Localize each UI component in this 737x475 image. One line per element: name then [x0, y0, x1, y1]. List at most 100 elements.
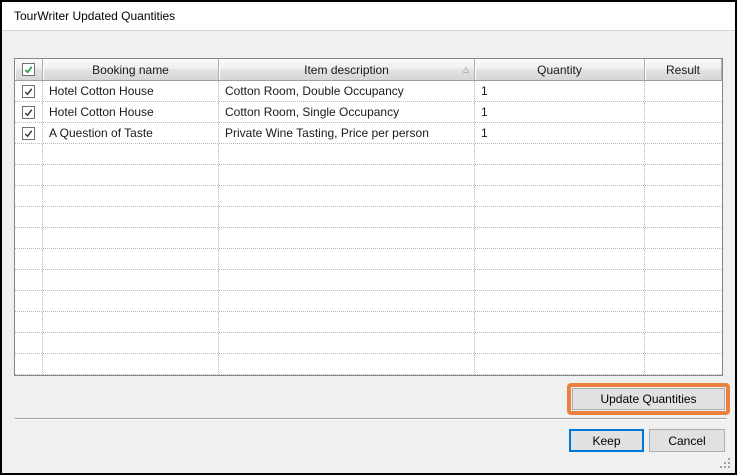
cell-result — [645, 354, 722, 374]
empty-table-row — [15, 165, 722, 186]
select-all-header-cell[interactable] — [15, 59, 43, 81]
cell-result — [645, 333, 722, 353]
cell-quantity — [475, 207, 645, 227]
empty-table-row — [15, 333, 722, 354]
update-quantities-button[interactable]: Update Quantities — [572, 388, 725, 410]
keep-button[interactable]: Keep — [569, 429, 644, 452]
cancel-button[interactable]: Cancel — [649, 429, 725, 452]
column-header-result[interactable]: Result — [645, 59, 722, 81]
cell-quantity — [475, 165, 645, 185]
dialog-window: TourWriter Updated Quantities Booking na… — [0, 0, 737, 475]
row-select-cell — [15, 249, 43, 269]
column-header-quantity[interactable]: Quantity — [475, 59, 645, 81]
cell-quantity — [475, 312, 645, 332]
cell-item-description — [219, 144, 475, 164]
cell-booking-name: Hotel Cotton House — [43, 102, 219, 122]
cell-booking-name — [43, 165, 219, 185]
row-select-cell — [15, 228, 43, 248]
check-icon — [23, 86, 34, 97]
select-all-checkbox[interactable] — [22, 63, 35, 76]
cell-result — [645, 207, 722, 227]
resize-grip-icon[interactable] — [718, 456, 730, 468]
table-row[interactable]: Hotel Cotton HouseCotton Room, Single Oc… — [15, 102, 722, 123]
cell-result — [645, 270, 722, 290]
cell-result — [645, 249, 722, 269]
cell-booking-name — [43, 333, 219, 353]
cell-quantity — [475, 186, 645, 206]
row-checkbox[interactable] — [22, 85, 35, 98]
cell-item-description — [219, 165, 475, 185]
cell-item-description: Private Wine Tasting, Price per person — [219, 123, 475, 143]
table-row[interactable]: A Question of TastePrivate Wine Tasting,… — [15, 123, 722, 144]
cell-result — [645, 144, 722, 164]
column-header-label: Result — [666, 63, 700, 77]
cell-result — [645, 102, 722, 122]
empty-table-row — [15, 249, 722, 270]
empty-table-row — [15, 354, 722, 375]
grid-body: Hotel Cotton HouseCotton Room, Double Oc… — [15, 81, 722, 375]
cell-booking-name — [43, 207, 219, 227]
cell-result — [645, 165, 722, 185]
cell-booking-name — [43, 186, 219, 206]
row-checkbox[interactable] — [22, 106, 35, 119]
footer-separator — [15, 418, 727, 420]
column-header-label: Quantity — [537, 63, 582, 77]
cell-booking-name — [43, 144, 219, 164]
cell-quantity — [475, 249, 645, 269]
cell-quantity: 1 — [475, 81, 645, 101]
check-icon — [23, 107, 34, 118]
column-header-item-description[interactable]: Item description △ — [219, 59, 475, 81]
dialog-titlebar[interactable]: TourWriter Updated Quantities — [2, 2, 735, 31]
cell-result — [645, 186, 722, 206]
cell-booking-name — [43, 312, 219, 332]
row-select-cell — [15, 312, 43, 332]
cell-item-description — [219, 228, 475, 248]
column-header-booking-name[interactable]: Booking name — [43, 59, 219, 81]
cell-item-description — [219, 249, 475, 269]
row-select-cell[interactable] — [15, 123, 43, 143]
row-select-cell — [15, 144, 43, 164]
table-row[interactable]: Hotel Cotton HouseCotton Room, Double Oc… — [15, 81, 722, 102]
cell-item-description — [219, 354, 475, 374]
column-header-label: Booking name — [92, 63, 169, 77]
cell-booking-name — [43, 354, 219, 374]
cell-booking-name — [43, 270, 219, 290]
empty-table-row — [15, 291, 722, 312]
cell-item-description — [219, 333, 475, 353]
dialog-title: TourWriter Updated Quantities — [14, 9, 175, 23]
cell-result — [645, 312, 722, 332]
row-select-cell — [15, 270, 43, 290]
empty-table-row — [15, 312, 722, 333]
cell-booking-name — [43, 291, 219, 311]
quantities-grid: Booking name Item description △ Quantity… — [14, 58, 723, 376]
row-select-cell — [15, 354, 43, 374]
cell-item-description: Cotton Room, Double Occupancy — [219, 81, 475, 101]
highlight-annotation: Update Quantities — [567, 383, 730, 415]
cell-item-description — [219, 312, 475, 332]
cell-item-description — [219, 207, 475, 227]
row-checkbox[interactable] — [22, 127, 35, 140]
cell-item-description — [219, 270, 475, 290]
cell-booking-name: Hotel Cotton House — [43, 81, 219, 101]
cell-quantity — [475, 333, 645, 353]
cell-item-description — [219, 186, 475, 206]
cell-quantity — [475, 291, 645, 311]
row-select-cell[interactable] — [15, 81, 43, 101]
cell-quantity — [475, 144, 645, 164]
cell-quantity — [475, 354, 645, 374]
cell-result — [645, 123, 722, 143]
grid-header-row: Booking name Item description △ Quantity… — [15, 59, 722, 81]
sort-ascending-icon: △ — [463, 65, 469, 73]
empty-table-row — [15, 228, 722, 249]
row-select-cell — [15, 165, 43, 185]
empty-table-row — [15, 144, 722, 165]
check-icon — [23, 128, 34, 139]
cell-result — [645, 228, 722, 248]
row-select-cell[interactable] — [15, 102, 43, 122]
row-select-cell — [15, 186, 43, 206]
cell-quantity: 1 — [475, 102, 645, 122]
cell-quantity — [475, 270, 645, 290]
cell-quantity — [475, 228, 645, 248]
check-icon — [23, 64, 34, 75]
cell-result — [645, 291, 722, 311]
